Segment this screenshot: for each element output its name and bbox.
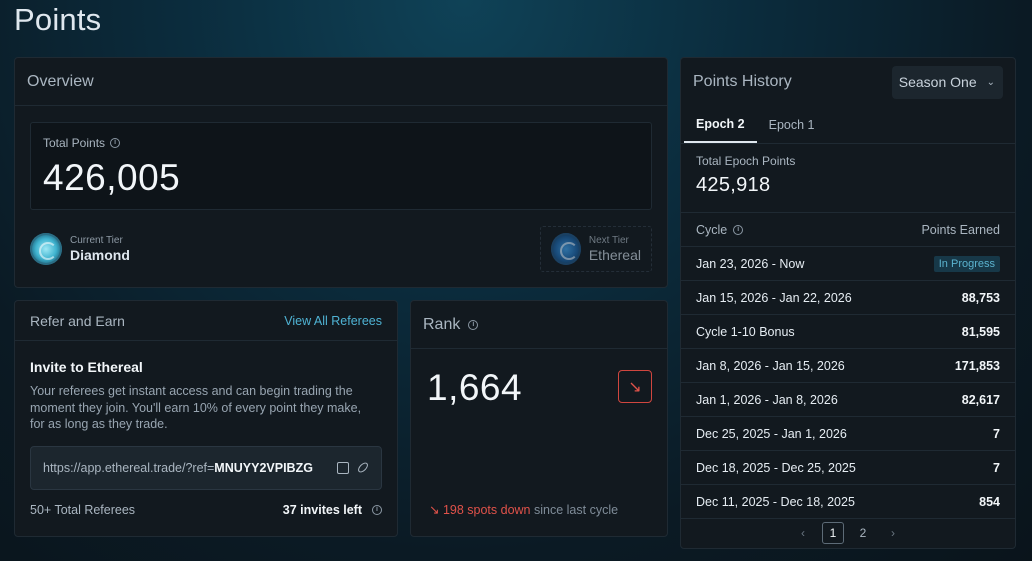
table-row: Jan 15, 2026 - Jan 22, 2026 88,753 (681, 281, 1015, 315)
cycle-cell: Dec 18, 2025 - Dec 25, 2025 (696, 460, 856, 475)
points-cell: 88,753 (961, 290, 1000, 305)
current-tier-label: Current Tier (70, 235, 123, 246)
cycle-cell: Jan 1, 2026 - Jan 8, 2026 (696, 392, 838, 407)
info-icon[interactable]: i (372, 505, 382, 515)
points-cell: 7 (993, 460, 1000, 475)
view-all-referees-link[interactable]: View All Referees (284, 314, 382, 328)
table-header: Cycle i Points Earned (681, 213, 1015, 247)
epoch-total-value: 425,918 (696, 174, 771, 196)
table-row: Jan 23, 2026 - Now In Progress (681, 247, 1015, 281)
table-row: Dec 25, 2025 - Jan 1, 2026 7 (681, 417, 1015, 451)
invite-title: Invite to Ethereal (30, 359, 143, 375)
points-history-title: Points History (693, 73, 792, 90)
invite-description: Your referees get instant access and can… (30, 384, 362, 431)
column-points-earned: Points Earned (921, 222, 1000, 237)
next-tier: Next Tier Ethereal (540, 226, 652, 272)
next-tier-name: Ethereal (588, 247, 641, 263)
epoch-total-label: Total Epoch Points (696, 154, 796, 168)
tab-epoch-1[interactable]: Epoch 1 (757, 106, 827, 143)
cycle-cell: Jan 8, 2026 - Jan 15, 2026 (696, 358, 845, 373)
info-icon[interactable]: i (733, 224, 744, 235)
season-select[interactable]: Season One ⌄ (891, 65, 1003, 99)
chevron-left-icon[interactable]: ‹ (792, 522, 814, 544)
table-row: Dec 11, 2025 - Dec 18, 2025 854 (681, 485, 1015, 519)
table-row: Jan 1, 2026 - Jan 8, 2026 82,617 (681, 383, 1015, 417)
overview-title: Overview (27, 72, 94, 90)
refer-card: Refer and Earn View All Referees Invite … (14, 300, 398, 537)
chevron-down-icon: ⌄ (986, 76, 995, 88)
cycle-cell: Dec 11, 2025 - Dec 18, 2025 (696, 494, 855, 509)
copy-icon[interactable] (337, 462, 349, 474)
points-cell: 171,853 (954, 358, 1000, 373)
page-title: Points (14, 2, 102, 37)
info-icon[interactable]: i (110, 138, 121, 148)
rank-value: 1,664 (427, 367, 523, 408)
referral-code: MNUYY2VPIBZG (214, 461, 313, 475)
refer-title: Refer and Earn (30, 312, 125, 329)
current-tier-name: Diamond (70, 247, 130, 263)
info-icon[interactable]: i (468, 319, 479, 330)
next-tier-label: Next Tier (588, 235, 629, 246)
points-cell: 82,617 (961, 392, 1000, 407)
rank-change-suffix: since last cycle (530, 503, 619, 517)
page-button-2[interactable]: 2 (852, 522, 874, 544)
status-badge: In Progress (933, 255, 1000, 272)
current-tier: Current Tier Diamond (30, 233, 130, 265)
diamond-tier-icon (30, 233, 62, 265)
referral-link-field[interactable]: https://app.ethereal.trade/?ref= MNUYY2VP… (30, 446, 382, 490)
epoch-tabs: Epoch 2 Epoch 1 (681, 106, 1015, 144)
referral-link-prefix: https://app.ethereal.trade/?ref= (43, 461, 215, 475)
epoch-total: Total Epoch Points 425,918 (681, 144, 1015, 213)
column-cycle: Cycle (696, 222, 728, 237)
points-history-card: Points History Season One ⌄ Epoch 2 Epoc… (680, 57, 1016, 549)
overview-card: Overview Total Points i 426,005 Current … (14, 57, 668, 288)
table-row: Dec 18, 2025 - Dec 25, 2025 7 (681, 451, 1015, 485)
table-row: Jan 8, 2026 - Jan 15, 2026 171,853 (681, 349, 1015, 383)
cycle-cell: Jan 15, 2026 - Jan 22, 2026 (696, 290, 852, 305)
chevron-right-icon[interactable]: › (882, 522, 904, 544)
total-referees: 50+ Total Referees (30, 503, 136, 517)
points-cell: 81,595 (961, 324, 1000, 339)
cycle-cell: Cycle 1-10 Bonus (696, 324, 795, 339)
invites-left: 37 invites left (282, 503, 362, 517)
table-row: Cycle 1-10 Bonus 81,595 (681, 315, 1015, 349)
pagination: ‹ 1 2 › (681, 518, 1015, 548)
ethereal-tier-icon (551, 233, 581, 265)
arrow-down-right-icon: ↘ (429, 503, 443, 517)
page-button-1[interactable]: 1 (822, 522, 844, 544)
points-cell: 7 (993, 426, 1000, 441)
rank-title: Rank (423, 315, 461, 333)
total-points-value: 426,005 (43, 157, 181, 198)
rank-change: ↘ 198 spots down since last cycle (429, 502, 618, 517)
cycle-cell: Dec 25, 2025 - Jan 1, 2026 (696, 426, 847, 441)
arrow-down-right-icon: ↘ (618, 370, 652, 403)
total-points-box: Total Points i 426,005 (30, 122, 652, 210)
season-select-value: Season One (898, 74, 977, 90)
rank-change-value: 198 spots down (442, 503, 531, 517)
link-icon[interactable] (356, 460, 370, 475)
tab-epoch-2[interactable]: Epoch 2 (684, 106, 757, 143)
cycle-cell: Jan 23, 2026 - Now (696, 256, 805, 271)
total-points-label: Total Points (43, 136, 106, 150)
points-cell: 854 (979, 494, 1000, 509)
rank-card: Rank i 1,664 ↘ ↘ 198 spots down since la… (410, 300, 668, 537)
